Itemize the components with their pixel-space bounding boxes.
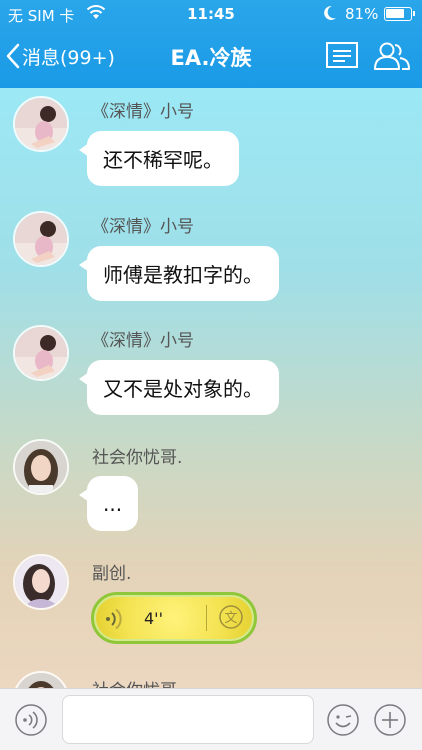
avatar[interactable] (13, 439, 69, 495)
battery-percentage: 81% (345, 5, 379, 23)
voice-input-button[interactable] (14, 703, 48, 737)
voice-duration: 4'' (144, 609, 163, 628)
voice-message-bubble[interactable]: 4'' 文 (91, 592, 257, 644)
avatar[interactable] (13, 211, 69, 267)
message-bubble[interactable]: 还不稀罕呢。 (79, 131, 239, 186)
avatar[interactable] (13, 671, 69, 688)
emoji-button[interactable] (326, 703, 360, 737)
group-info-button[interactable] (325, 40, 361, 72)
back-label: 消息(99+) (22, 46, 115, 69)
avatar[interactable] (13, 96, 69, 152)
sender-name: 社会你忧哥. (92, 448, 183, 468)
sender-name: 《深情》小号 (92, 217, 194, 237)
back-button[interactable]: 消息(99+) (6, 38, 115, 74)
message-bubble[interactable]: 师傅是教扣字的。 (79, 246, 279, 301)
chat-area[interactable]: 《深情》小号 还不稀罕呢。 《深情》小号 师傅是教扣字的。 《深情》小号 又不是… (0, 88, 422, 688)
chevron-left-icon (6, 43, 20, 69)
members-button[interactable] (372, 40, 410, 72)
convert-label: 文 (224, 611, 237, 626)
battery-icon (384, 7, 415, 21)
message-input[interactable] (62, 695, 314, 744)
message-bubble[interactable]: ... (78, 476, 139, 531)
top-bar: 无 SIM 卡 11:45 81% 消息(99+) EA.冷族 (0, 0, 422, 88)
avatar[interactable] (13, 325, 69, 381)
sender-name: 《深情》小号 (92, 102, 194, 122)
divider (206, 605, 207, 631)
voice-icon (15, 704, 47, 736)
convert-to-text-button[interactable]: 文 (218, 604, 244, 634)
plus-icon (374, 704, 406, 736)
group-icon (374, 42, 410, 70)
voice-wave-icon (104, 607, 128, 635)
sender-name: 《深情》小号 (92, 331, 194, 351)
moon-icon (322, 4, 338, 26)
sender-name: 副创. (92, 564, 132, 584)
sender-name: 社会你忧哥. (92, 676, 182, 688)
document-icon (326, 42, 358, 68)
more-button[interactable] (373, 703, 407, 737)
nav-bar: 消息(99+) EA.冷族 (0, 28, 422, 88)
input-bar (0, 688, 422, 750)
status-bar: 无 SIM 卡 11:45 81% (0, 0, 422, 28)
emoji-icon (327, 704, 359, 736)
message-bubble[interactable]: 又不是处对象的。 (79, 360, 279, 415)
avatar[interactable] (13, 554, 69, 610)
